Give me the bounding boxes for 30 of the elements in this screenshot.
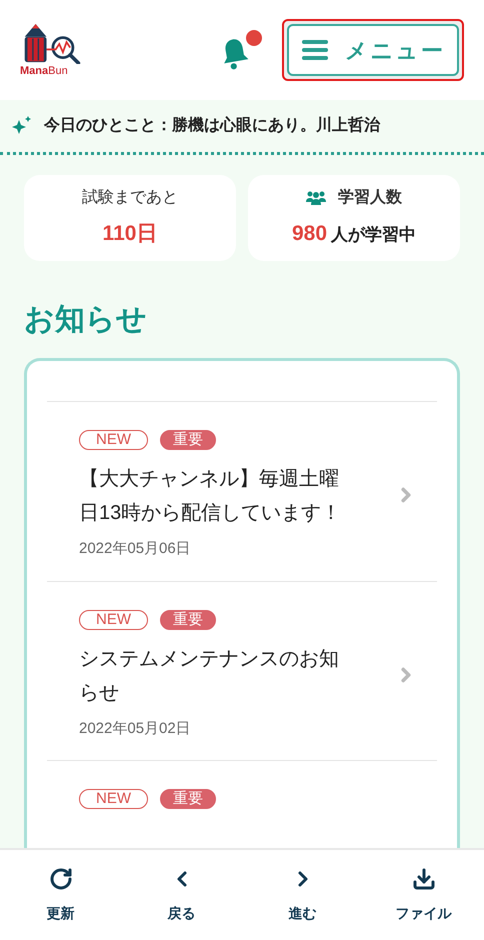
logo-text: ManaBun [20,66,68,76]
group-icon [306,190,326,206]
stat-suffix: 人が学習中 [331,224,416,246]
news-tag: NEW [79,610,148,630]
news-tag: 重要 [160,789,216,809]
download-icon [412,866,436,890]
stat-value: 110日 [102,221,158,248]
news-tag: 重要 [160,610,216,630]
stat-value: 980 [292,221,328,248]
news-title: 【大大チャンネル】毎週土曜日13時から配信しています！ [79,467,342,526]
stat-label: 試験まであと [82,188,178,208]
nav-button[interactable]: ファイル [363,850,484,940]
news-tag: NEW [79,789,148,809]
nav-button[interactable]: 戻る [121,850,242,940]
news-item[interactable]: NEW 重要 システムメンテナンスのお知らせ 2022年05月02日 [47,580,437,760]
section-heading: お知らせ [24,302,148,338]
quote-text: 今日のひとこと：勝機は心眼にあり。川上哲治 [44,115,380,136]
news-tag: 重要 [160,430,216,450]
news-item[interactable]: NEW 重要 [47,760,437,829]
nav-button[interactable]: 進む [242,850,363,940]
reload-icon [48,866,72,890]
sparkle-icon [12,116,32,136]
menu-icon [301,39,330,61]
nav-button[interactable]: 更新 [0,850,121,940]
stat-label: 学習人数 [338,188,402,208]
news-item[interactable]: NEW 重要 【大大チャンネル】毎週土曜日13時から配信しています！ 2022年05月06日 [47,401,437,580]
news-date: 2022年05月02日 [79,718,192,738]
news-tag: NEW [79,430,148,450]
news-date: 2022年05月06日 [79,539,192,559]
news-title: システムメンテナンスのお知らせ [79,646,340,706]
